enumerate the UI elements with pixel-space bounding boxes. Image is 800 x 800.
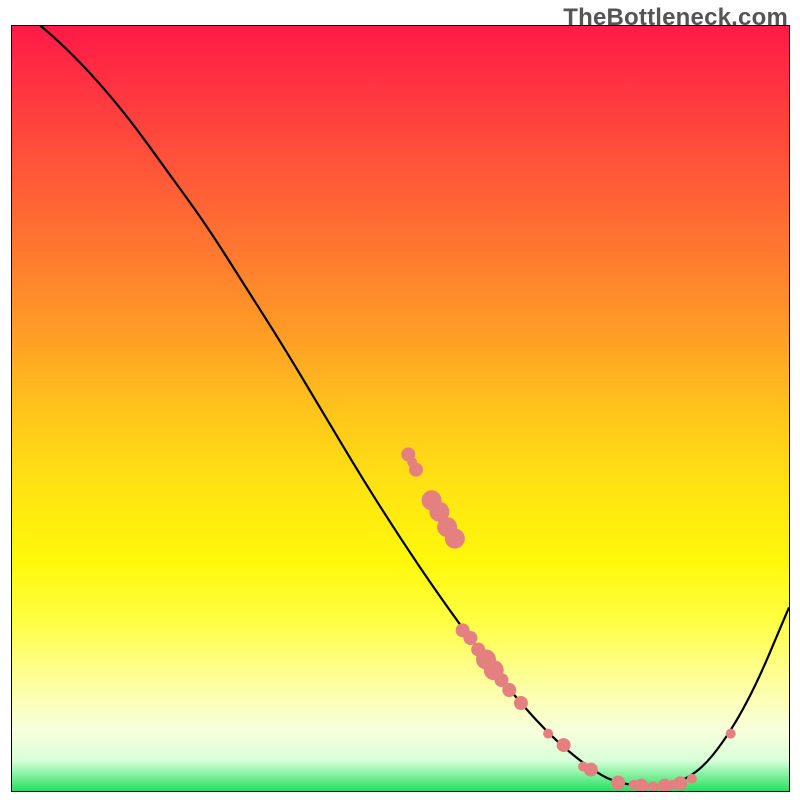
bottleneck-curve [12,26,789,786]
data-point-small [726,729,736,739]
data-point-small [648,781,658,791]
plot-area [11,25,790,792]
data-point-small [629,780,639,790]
data-point-large [445,529,465,549]
data-point-small [543,729,553,739]
data-point-small [667,780,677,790]
data-point-small [407,457,417,467]
data-point-small [687,774,697,784]
data-point-small [578,762,588,772]
data-point-medium [514,696,528,710]
data-point-medium [557,738,571,752]
chart-container: TheBottleneck.com [0,0,800,800]
data-point-medium [463,631,477,645]
data-point-medium [471,642,485,656]
data-point-medium [502,683,516,697]
data-point-medium [611,776,625,790]
watermark-text: TheBottleneck.com [563,4,788,32]
chart-svg [12,26,789,791]
